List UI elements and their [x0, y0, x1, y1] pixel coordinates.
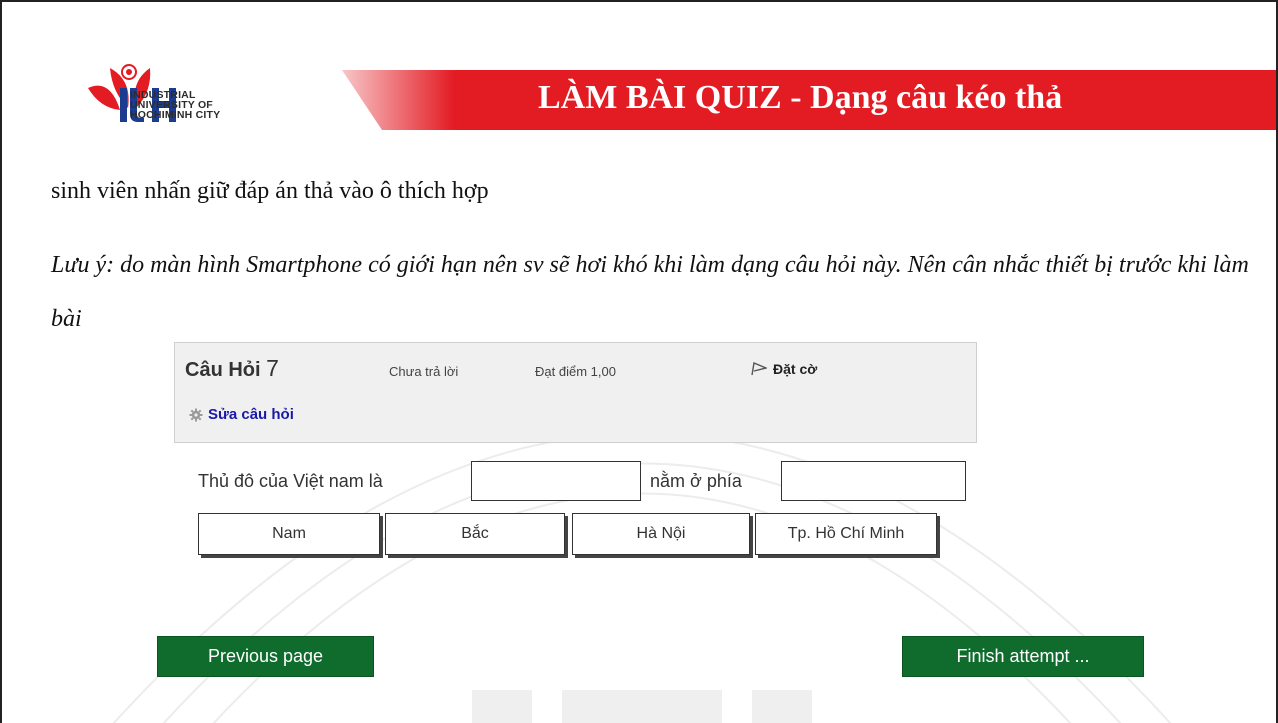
- edit-question-link[interactable]: Sửa câu hỏi: [189, 406, 294, 423]
- drag-choice-nam[interactable]: Nam: [198, 513, 380, 555]
- title-banner: LÀM BÀI QUIZ - Dạng câu kéo thả: [342, 70, 1276, 130]
- flag-icon: [751, 362, 767, 376]
- finish-attempt-button[interactable]: Finish attempt ...: [902, 636, 1144, 677]
- note-text: Lưu ý: do màn hình Smartphone có giới hạ…: [51, 252, 1249, 332]
- question-grade: Đạt điểm 1,00: [535, 364, 616, 379]
- drag-choice-tp-hcm[interactable]: Tp. Hồ Chí Minh: [755, 513, 937, 555]
- question-state: Chưa trả lời: [389, 364, 459, 379]
- slide-title: LÀM BÀI QUIZ - Dạng câu kéo thả: [538, 79, 1063, 116]
- drag-choice-ha-noi[interactable]: Hà Nội: [572, 513, 750, 555]
- question-title: Câu Hỏi 7: [185, 355, 279, 381]
- gear-icon: [189, 408, 203, 421]
- logo-wordmark: INDUSTRIAL UNIVERSITY OF HOCHIMINH CITY: [130, 89, 221, 121]
- question-text-part2: nằm ở phía: [650, 471, 742, 491]
- instruction-text: sinh viên nhấn giữ đáp án thả vào ô thíc…: [51, 178, 489, 204]
- previous-page-button[interactable]: Previous page: [157, 636, 374, 677]
- drop-zone-2[interactable]: [781, 461, 966, 501]
- question-number: 7: [266, 355, 279, 381]
- edit-question-label: Sửa câu hỏi: [208, 406, 294, 423]
- drop-zone-1[interactable]: [471, 461, 641, 501]
- drag-choice-bac[interactable]: Bắc: [385, 513, 565, 555]
- flag-label: Đặt cờ: [773, 361, 818, 377]
- question-text-part1: Thủ đô của Việt nam là: [198, 471, 383, 491]
- question-body: Thủ đô của Việt nam là nằm ở phía Nam Bắ…: [198, 459, 978, 559]
- slide: INDUSTRIAL UNIVERSITY OF HOCHIMINH CITY …: [0, 0, 1278, 723]
- flag-question-button[interactable]: Đặt cờ: [751, 361, 817, 377]
- question-info-panel: Câu Hỏi 7 Chưa trả lời Đạt điểm 1,00 Đặt…: [174, 342, 977, 443]
